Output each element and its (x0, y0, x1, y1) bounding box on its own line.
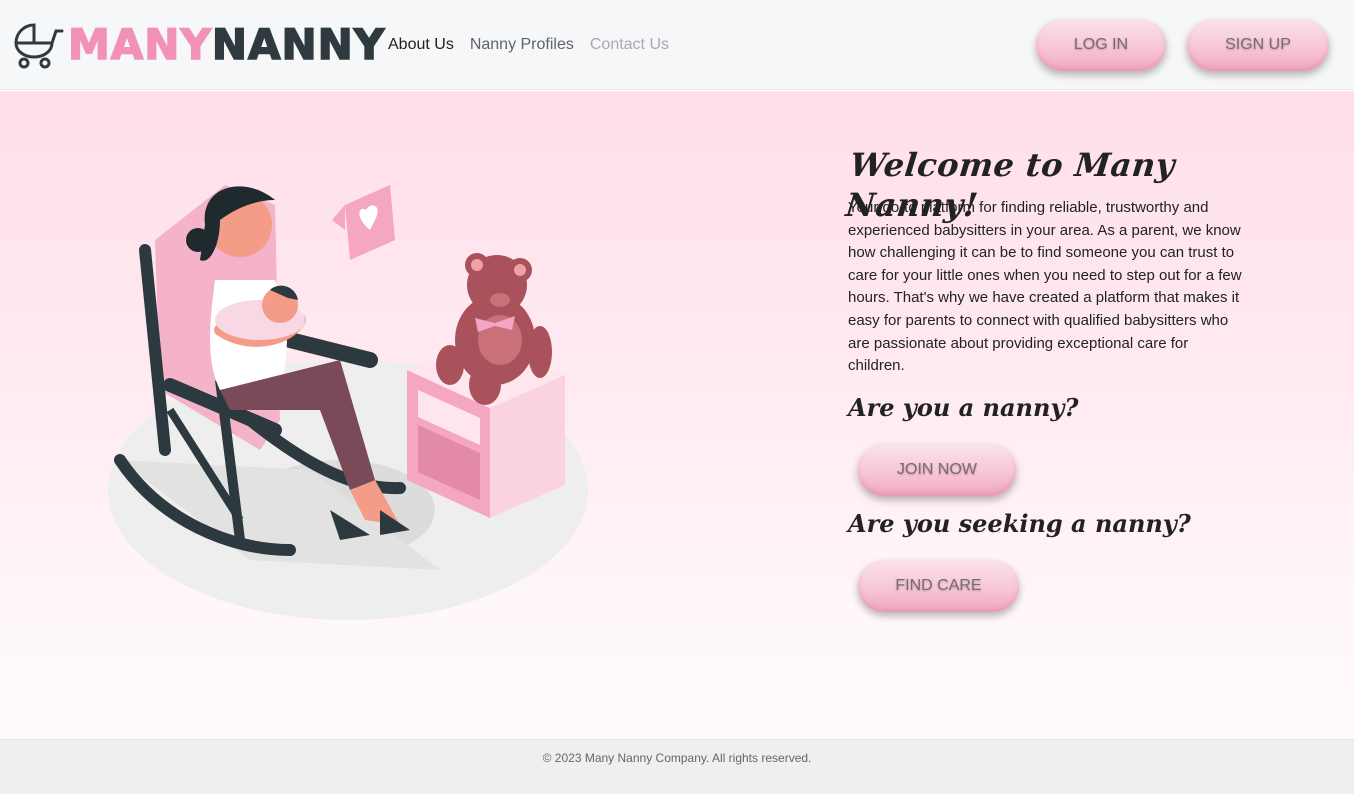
site-footer: © 2023 Many Nanny Company. All rights re… (0, 739, 1354, 794)
site-header: MANYNANNY About Us Nanny Profiles Contac… (0, 0, 1354, 90)
hero-intro: Your go-to platform for finding reliable… (848, 199, 1242, 375)
brand-logo[interactable]: MANYNANNY (12, 19, 386, 70)
brand-wordmark: MANYNANNY (67, 19, 386, 70)
login-button[interactable]: LOG IN (1036, 19, 1166, 71)
join-now-button[interactable]: JOIN NOW (858, 444, 1016, 496)
heart-bubble (332, 185, 395, 260)
seeker-question: Are you seeking a nanny? (848, 509, 1191, 538)
mother-rocking-baby-illustration (108, 185, 588, 620)
find-care-button[interactable]: FIND CARE (858, 560, 1019, 612)
brand-part-nanny: NANNY (211, 19, 386, 70)
baby-stroller-icon (14, 23, 64, 69)
nav-contact-us[interactable]: Contact Us (590, 35, 669, 55)
nav-nanny-profiles[interactable]: Nanny Profiles (470, 35, 574, 55)
nanny-question: Are you a nanny? (848, 393, 1079, 422)
signup-button[interactable]: SIGN UP (1187, 19, 1329, 71)
nav-about-us[interactable]: About Us (388, 35, 454, 55)
brand-part-many: MANY (67, 19, 212, 70)
main-nav: About Us Nanny Profiles Contact Us (388, 35, 669, 55)
copyright-text: © 2023 Many Nanny Company. All rights re… (542, 751, 812, 765)
